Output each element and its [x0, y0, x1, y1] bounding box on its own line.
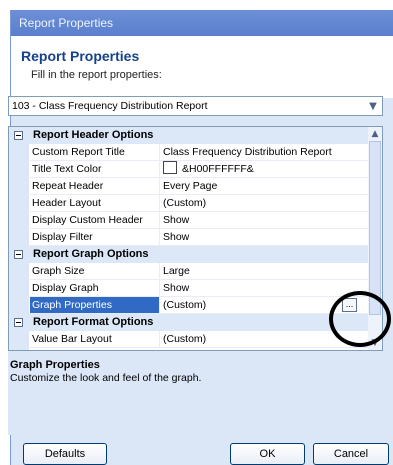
property-value[interactable]: Large: [160, 263, 368, 280]
property-value[interactable]: (Custom): [160, 195, 368, 212]
dialog-header: Report Properties Fill in the report pro…: [11, 36, 393, 98]
property-row[interactable]: Display Graph Show: [9, 280, 368, 297]
collapse-toggle-icon[interactable]: [14, 131, 23, 140]
property-name: Display Filter: [30, 229, 160, 246]
collapse-toggle-icon[interactable]: [14, 318, 23, 327]
scroll-thumb[interactable]: [369, 141, 381, 315]
property-row[interactable]: Display Custom Header Show: [9, 212, 368, 229]
category-label: Report Header Options: [33, 129, 154, 141]
category-report-header-options[interactable]: Report Header Options: [9, 127, 368, 144]
scroll-up-icon[interactable]: ▲: [368, 127, 382, 141]
property-value[interactable]: Show: [160, 229, 368, 246]
color-swatch: [163, 161, 177, 174]
cancel-button[interactable]: Cancel: [313, 443, 389, 465]
description-title: Graph Properties: [10, 359, 100, 371]
window-title: Report Properties: [19, 16, 114, 30]
property-name: Header Layout: [30, 195, 160, 212]
property-row[interactable]: Repeat Header Every Page: [9, 178, 368, 195]
property-row-selected[interactable]: Graph Properties (Custom) ...: [9, 297, 368, 314]
property-name: Display Custom Header: [30, 212, 160, 229]
property-row[interactable]: Title Text Color &H00FFFFFF&: [9, 161, 368, 178]
property-value[interactable]: Class Frequency Distribution Report: [160, 144, 368, 161]
property-value[interactable]: Every Page: [160, 178, 368, 195]
property-row[interactable]: Display Filter Show: [9, 229, 368, 246]
property-row[interactable]: Custom Report Title Class Frequency Dist…: [9, 144, 368, 161]
property-name: Display Graph: [30, 280, 160, 297]
property-name: Graph Size: [30, 263, 160, 280]
header-subtitle: Fill in the report properties:: [31, 69, 162, 81]
report-select-value: 103 - Class Frequency Distribution Repor…: [12, 100, 208, 112]
header-title: Report Properties: [21, 48, 140, 64]
description-panel: Graph Properties Customize the look and …: [8, 351, 383, 435]
title-bar: Report Properties: [11, 10, 393, 36]
property-row[interactable]: Header Layout (Custom): [9, 195, 368, 212]
report-select[interactable]: 103 - Class Frequency Distribution Repor…: [8, 96, 383, 116]
property-value-color[interactable]: &H00FFFFFF&: [160, 161, 368, 178]
chevron-down-icon[interactable]: ▼: [366, 100, 380, 114]
property-grid: Report Header Options Custom Report Titl…: [8, 126, 383, 351]
property-value[interactable]: Show: [160, 212, 368, 229]
category-label: Report Format Options: [33, 316, 154, 328]
ok-button[interactable]: OK: [230, 443, 305, 465]
category-report-format-options[interactable]: Report Format Options: [9, 314, 368, 331]
highlight-circle: [329, 291, 391, 347]
property-row[interactable]: Value Bar Layout (Custom): [9, 331, 368, 348]
category-report-graph-options[interactable]: Report Graph Options: [9, 246, 368, 263]
property-name: Custom Report Title: [30, 144, 160, 161]
description-text: Customize the look and feel of the graph…: [10, 372, 202, 384]
color-value: &H00FFFFFF&: [182, 163, 254, 175]
property-name: Value Bar Layout: [30, 331, 160, 348]
defaults-button[interactable]: Defaults: [23, 443, 107, 465]
property-row[interactable]: Graph Size Large: [9, 263, 368, 280]
category-label: Report Graph Options: [33, 248, 149, 260]
property-name: Graph Properties: [30, 297, 160, 314]
collapse-toggle-icon[interactable]: [14, 250, 23, 259]
property-name: Repeat Header: [30, 178, 160, 195]
property-name: Title Text Color: [30, 161, 160, 178]
property-value[interactable]: Show: [160, 280, 368, 297]
